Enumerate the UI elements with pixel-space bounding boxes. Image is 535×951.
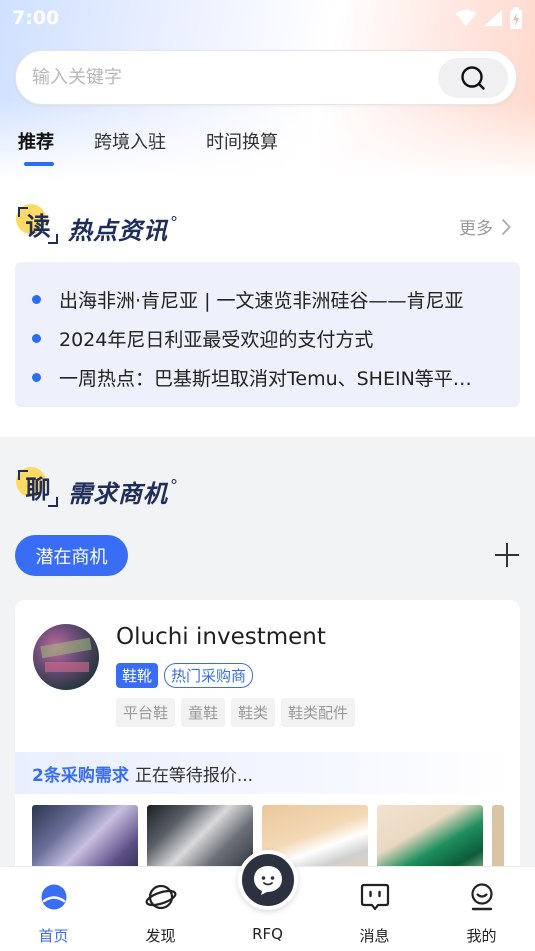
signal-icon bbox=[484, 10, 502, 26]
more-link[interactable]: 更多 bbox=[459, 214, 511, 239]
sub-tag: 童鞋 bbox=[181, 698, 226, 727]
sub-tag: 平台鞋 bbox=[116, 698, 176, 727]
profile-icon bbox=[470, 883, 493, 911]
buyer-type-tag: 热门采购商 bbox=[164, 663, 254, 688]
category-tag: 鞋靴 bbox=[116, 663, 159, 688]
demand-heading: 聊 需求商机 ° bbox=[16, 467, 178, 509]
company-name: Oluchi investment bbox=[116, 624, 326, 650]
news-list: 出海非洲·肯尼亚 | 一文速览非洲硅谷——肯尼亚 2024年尼日利亚最受欢迎的支… bbox=[15, 262, 520, 407]
rfq-chat-icon bbox=[254, 866, 282, 895]
search-icon bbox=[461, 65, 485, 90]
hot-news-heading: 读 热点资讯 ° bbox=[16, 204, 178, 246]
nav-label: 消息 bbox=[359, 927, 390, 945]
read-badge: 读 bbox=[16, 204, 60, 246]
chat-badge: 聊 bbox=[16, 467, 60, 509]
home-planet-icon bbox=[41, 884, 66, 910]
nav-label: 首页 bbox=[38, 927, 69, 945]
sub-tag: 鞋类 bbox=[231, 698, 276, 727]
tab-cross-border[interactable]: 跨境入驻 bbox=[94, 128, 166, 168]
news-item[interactable]: 一周热点：巴基斯坦取消对Temu、SHEIN等平… bbox=[29, 358, 506, 397]
nav-label: RFQ bbox=[252, 925, 283, 943]
potential-opportunity-pill[interactable]: 潜在商机 bbox=[15, 535, 128, 576]
status-icons bbox=[455, 7, 523, 29]
top-tabs: 推荐 跨境入驻 时间换算 bbox=[18, 128, 278, 168]
sub-tag: 鞋类配件 bbox=[281, 698, 356, 727]
news-item[interactable]: 出海非洲·肯尼亚 | 一文速览非洲硅谷——肯尼亚 bbox=[29, 280, 506, 319]
avatar bbox=[33, 624, 99, 690]
demand-bar[interactable]: 2条采购需求 正在等待报价... bbox=[15, 752, 520, 794]
tab-time-convert[interactable]: 时间换算 bbox=[206, 128, 278, 168]
nav-discover[interactable]: 发现 bbox=[121, 881, 201, 946]
primary-tags: 鞋靴 热门采购商 bbox=[116, 663, 254, 688]
nav-profile[interactable]: 我的 bbox=[442, 881, 522, 946]
search-input[interactable] bbox=[32, 67, 438, 88]
discover-planet-icon bbox=[145, 884, 176, 910]
status-time: 7:00 bbox=[12, 7, 60, 29]
news-item[interactable]: 2024年尼日利亚最受欢迎的支付方式 bbox=[29, 319, 506, 358]
sub-tags: 平台鞋 童鞋 鞋类 鞋类配件 bbox=[116, 698, 356, 727]
tab-recommend[interactable]: 推荐 bbox=[18, 128, 54, 168]
wifi-icon bbox=[455, 9, 477, 26]
nav-messages[interactable]: 消息 bbox=[335, 881, 415, 946]
search-button[interactable] bbox=[438, 57, 508, 98]
nav-label: 我的 bbox=[466, 927, 497, 945]
rfq-button[interactable] bbox=[238, 850, 298, 910]
chevron-right-icon bbox=[501, 218, 511, 235]
section-title: 热点资讯 bbox=[68, 217, 168, 245]
section-title: 需求商机 bbox=[68, 480, 168, 508]
status-bar: 7:00 bbox=[0, 0, 535, 36]
demand-count: 2条采购需求 bbox=[32, 765, 129, 786]
message-icon bbox=[360, 883, 389, 911]
nav-label: 发现 bbox=[145, 927, 176, 945]
battery-icon bbox=[510, 7, 522, 29]
demand-status: 正在等待报价... bbox=[134, 765, 254, 786]
search-bar[interactable] bbox=[15, 50, 517, 105]
more-label: 更多 bbox=[459, 219, 493, 239]
hot-news-section: 读 热点资讯 ° 更多 出海非洲·肯尼亚 | 一文速览非洲硅谷——肯尼亚 202… bbox=[0, 180, 535, 438]
plus-icon[interactable] bbox=[493, 541, 521, 569]
nav-home[interactable]: 首页 bbox=[14, 881, 94, 946]
